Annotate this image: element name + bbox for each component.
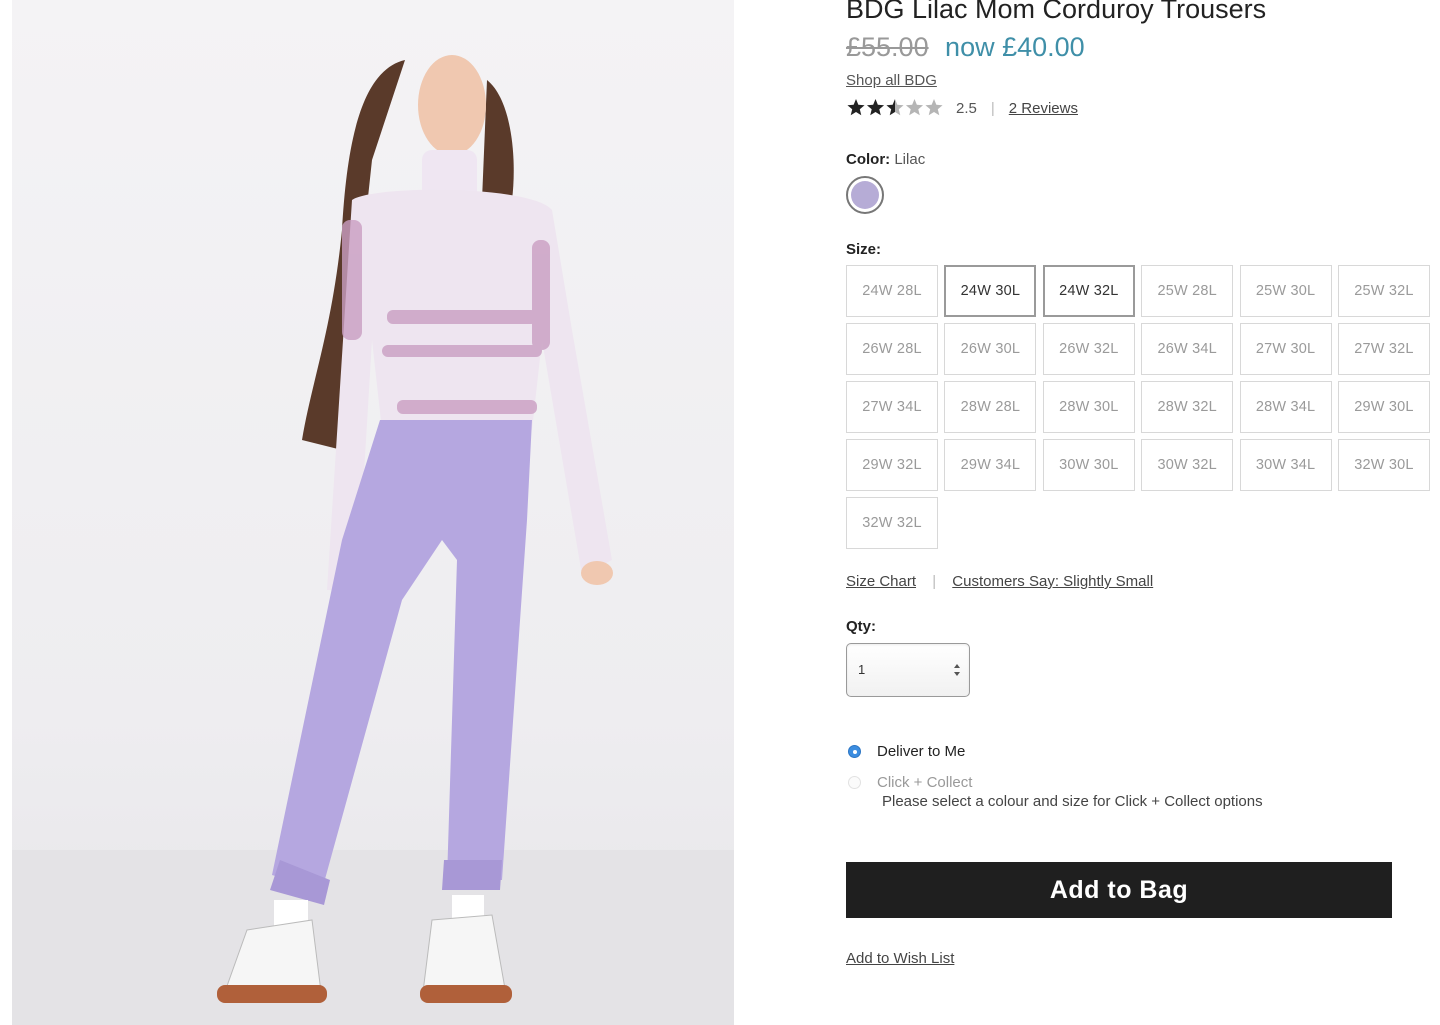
product-image bbox=[12, 0, 734, 1025]
qty-value: 1 bbox=[858, 662, 866, 677]
shop-all-brand-link[interactable]: Shop all BDG bbox=[846, 72, 937, 89]
size-option[interactable]: 28W 28L bbox=[944, 381, 1037, 433]
click-collect-option[interactable]: Click + Collect bbox=[846, 774, 972, 791]
color-label: Color: bbox=[846, 151, 891, 168]
size-label: Size: bbox=[846, 241, 882, 258]
star-rating-icon bbox=[847, 99, 943, 116]
size-option[interactable]: 26W 32L bbox=[1042, 323, 1135, 375]
color-value: Lilac bbox=[894, 151, 926, 168]
size-option[interactable]: 24W 28L bbox=[846, 265, 938, 317]
size-option[interactable]: 27W 32L bbox=[1337, 323, 1430, 375]
product-title: BDG Lilac Mom Corduroy Trousers bbox=[846, 0, 1267, 24]
star-icon bbox=[866, 99, 885, 116]
size-option[interactable]: 25W 30L bbox=[1239, 265, 1332, 317]
color-label-row: Color: Lilac bbox=[846, 151, 925, 168]
size-option[interactable]: 29W 32L bbox=[846, 439, 938, 491]
rating-row: 2.5 | 2 Reviews bbox=[846, 97, 1078, 119]
size-option[interactable]: 26W 34L bbox=[1141, 323, 1234, 375]
select-arrows-icon bbox=[954, 664, 960, 676]
size-option[interactable]: 24W 30L bbox=[944, 265, 1037, 317]
original-price: £55.00 bbox=[846, 32, 929, 62]
size-option[interactable]: 28W 34L bbox=[1239, 381, 1332, 433]
rating-value: 2.5 bbox=[956, 99, 977, 117]
size-option[interactable]: 25W 32L bbox=[1337, 265, 1430, 317]
size-option[interactable]: 32W 32L bbox=[846, 497, 938, 549]
add-to-wishlist-link[interactable]: Add to Wish List bbox=[846, 950, 954, 967]
size-option[interactable]: 24W 32L bbox=[1042, 265, 1135, 317]
deliver-to-me-option[interactable]: Deliver to Me bbox=[846, 743, 965, 760]
size-option[interactable]: 26W 30L bbox=[944, 323, 1037, 375]
reviews-link[interactable]: 2 Reviews bbox=[1009, 100, 1078, 117]
model-photo-icon bbox=[12, 55, 734, 1025]
star-icon bbox=[886, 99, 904, 116]
price-row: £55.00 now £40.00 bbox=[846, 32, 1085, 63]
swatch-fill bbox=[851, 181, 879, 209]
size-option[interactable]: 26W 28L bbox=[846, 323, 938, 375]
size-option[interactable]: 28W 30L bbox=[1042, 381, 1135, 433]
divider: | bbox=[932, 573, 937, 590]
size-option[interactable]: 29W 34L bbox=[944, 439, 1037, 491]
sale-price: now £40.00 bbox=[945, 32, 1085, 62]
collect-note: Please select a colour and size for Clic… bbox=[882, 793, 1263, 810]
size-option[interactable]: 30W 30L bbox=[1042, 439, 1135, 491]
divider: | bbox=[990, 99, 995, 117]
star-icon bbox=[925, 99, 943, 116]
qty-label: Qty: bbox=[846, 618, 876, 635]
fit-feedback-link[interactable]: Customers Say: Slightly Small bbox=[952, 573, 1153, 590]
size-option[interactable]: 32W 30L bbox=[1337, 439, 1430, 491]
size-grid: 24W 28L 24W 30L 24W 32L 25W 28L 25W 30L 25W 3… bbox=[846, 265, 1432, 549]
star-icon bbox=[905, 99, 924, 116]
color-swatch-lilac[interactable] bbox=[846, 176, 884, 214]
size-option[interactable]: 28W 32L bbox=[1141, 381, 1234, 433]
size-option[interactable]: 27W 34L bbox=[846, 381, 938, 433]
size-option[interactable]: 25W 28L bbox=[1141, 265, 1234, 317]
size-option[interactable]: 30W 34L bbox=[1239, 439, 1332, 491]
size-option[interactable]: 30W 32L bbox=[1141, 439, 1234, 491]
collect-radio[interactable] bbox=[848, 776, 861, 789]
collect-label: Click + Collect bbox=[877, 774, 973, 791]
size-option[interactable]: 27W 30L bbox=[1239, 323, 1332, 375]
add-to-bag-button[interactable]: Add to Bag bbox=[846, 862, 1392, 918]
size-links-row: Size Chart | Customers Say: Slightly Sma… bbox=[846, 573, 1153, 590]
size-chart-link[interactable]: Size Chart bbox=[846, 573, 916, 590]
qty-select[interactable]: 1 bbox=[846, 643, 970, 697]
deliver-radio[interactable] bbox=[848, 745, 861, 758]
star-icon bbox=[847, 99, 865, 116]
size-option[interactable]: 29W 30L bbox=[1337, 381, 1430, 433]
deliver-label: Deliver to Me bbox=[877, 743, 966, 760]
